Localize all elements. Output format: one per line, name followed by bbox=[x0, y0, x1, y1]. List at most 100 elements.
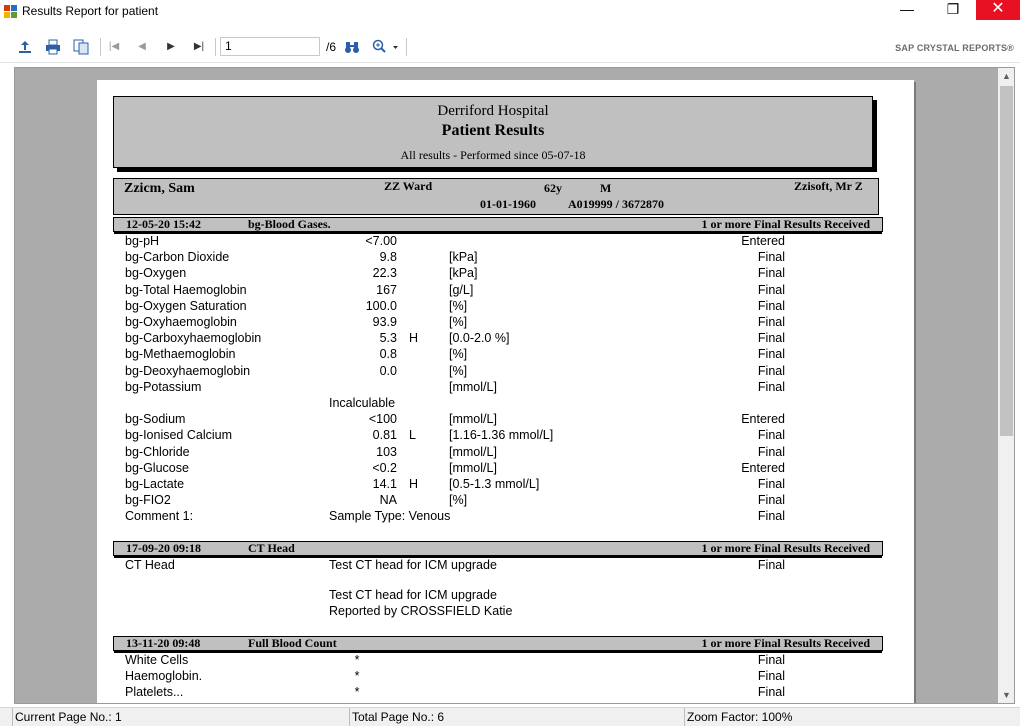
result-status: Final bbox=[757, 445, 785, 459]
result-range: [%] bbox=[449, 299, 468, 313]
result-name: bg-Oxygen bbox=[125, 266, 187, 280]
result-row: bg-Oxyhaemoglobin 93.9 [%] Final bbox=[97, 314, 914, 330]
result-row: Incalculable bbox=[97, 395, 914, 411]
result-status: Final bbox=[757, 493, 785, 507]
scroll-down-icon[interactable]: ▼ bbox=[998, 687, 1014, 703]
previous-page-icon[interactable]: ◀ bbox=[134, 39, 150, 55]
result-name: bg-Lactate bbox=[125, 477, 185, 491]
result-row: bg-Carbon Dioxide 9.8 [kPa] Final bbox=[97, 249, 914, 265]
result-range: [%] bbox=[449, 493, 468, 507]
result-range: [%] bbox=[449, 347, 468, 361]
title-bar: Results Report for patient — ❐ ✕ bbox=[0, 0, 1020, 30]
result-status: Final bbox=[757, 685, 785, 699]
result-range: [mmol/L] bbox=[449, 445, 497, 459]
section-status: 1 or more Final Results Received bbox=[701, 636, 870, 650]
copy-icon[interactable] bbox=[73, 39, 89, 55]
result-value: * bbox=[354, 669, 360, 683]
sap-crystal-reports-logo: SAP CRYSTAL REPORTS® bbox=[895, 43, 1014, 53]
result-flag: H bbox=[409, 477, 419, 491]
current-page-status: Current Page No.: 1 bbox=[12, 708, 349, 726]
binoculars-icon[interactable] bbox=[344, 39, 360, 55]
result-name: bg-Potassium bbox=[125, 380, 202, 394]
result-row: bg-Total Haemoglobin 167 [g/L] Final bbox=[97, 282, 914, 298]
result-row: bg-Ionised Calcium 0.81 L [1.16-1.36 mmol/L… bbox=[97, 427, 914, 443]
result-value: <7.00 bbox=[365, 234, 397, 248]
result-status: Final bbox=[757, 250, 785, 264]
patient-banner: Zzicm, Sam ZZ Ward 62y M Zzisoft, Mr Z 0… bbox=[113, 178, 879, 215]
report-viewer[interactable]: Derriford Hospital Patient Results All r… bbox=[14, 67, 1015, 704]
export-icon[interactable] bbox=[17, 39, 33, 55]
section-header-full-blood-count: 13-11-20 09:48 Full Blood Count 1 or mor… bbox=[113, 636, 883, 653]
result-value: 9.8 bbox=[379, 250, 397, 264]
result-range: [kPa] bbox=[449, 266, 478, 280]
patient-dob: 01-01-1960 bbox=[480, 197, 536, 211]
minimize-button[interactable]: — bbox=[884, 0, 930, 20]
result-range: [mmol/L] bbox=[449, 461, 497, 475]
result-status: Final bbox=[757, 653, 785, 667]
print-icon[interactable] bbox=[45, 39, 61, 55]
result-value: * bbox=[354, 685, 360, 699]
result-range: [mmol/L] bbox=[449, 412, 497, 426]
result-name: bg-FIO2 bbox=[125, 493, 171, 507]
patient-name: Zzicm, Sam bbox=[124, 181, 195, 196]
result-value: <100 bbox=[368, 412, 397, 426]
result-name: bg-Glucose bbox=[125, 461, 189, 475]
result-range: [g/L] bbox=[449, 283, 474, 297]
result-name: bg-Carbon Dioxide bbox=[125, 250, 230, 264]
result-value: 93.9 bbox=[372, 315, 397, 329]
result-status: Entered bbox=[741, 234, 785, 248]
window-title: Results Report for patient bbox=[22, 4, 159, 18]
status-bar: Current Page No.: 1 Total Page No.: 6 Zo… bbox=[0, 707, 1020, 726]
result-status: Final bbox=[757, 283, 785, 297]
result-row: Reported by CROSSFIELD Katie bbox=[97, 603, 914, 619]
result-value: Incalculable bbox=[329, 396, 396, 410]
result-name: bg-Oxyhaemoglobin bbox=[125, 315, 237, 329]
result-name: Platelets... bbox=[125, 685, 184, 699]
result-value: 5.3 bbox=[379, 331, 397, 345]
result-name: bg-Oxygen Saturation bbox=[125, 299, 247, 313]
report-title: Patient Results bbox=[441, 122, 545, 139]
restore-button[interactable]: ❐ bbox=[930, 0, 976, 20]
section-status: 1 or more Final Results Received bbox=[701, 541, 870, 555]
next-page-icon[interactable]: ▶ bbox=[163, 39, 179, 55]
result-row: Test CT head for ICM upgrade bbox=[97, 587, 914, 603]
result-row: bg-pH <7.00 Entered bbox=[97, 233, 914, 249]
result-flag: L bbox=[409, 428, 416, 442]
result-range: [%] bbox=[449, 315, 468, 329]
zoom-icon[interactable] bbox=[372, 39, 400, 55]
result-row: bg-Carboxyhaemoglobin 5.3 H [0.0-2.0 %] Fina… bbox=[97, 330, 914, 346]
close-button[interactable]: ✕ bbox=[976, 0, 1020, 20]
result-row: Comment 1: Sample Type: Venous Final bbox=[97, 508, 914, 524]
result-status: Entered bbox=[741, 412, 785, 426]
first-page-icon[interactable]: |◀ bbox=[106, 39, 122, 55]
result-name: bg-Total Haemoglobin bbox=[125, 283, 247, 297]
result-row: bg-Lactate 14.1 H [0.5-1.3 mmol/L] Final bbox=[97, 476, 914, 492]
hospital-name: Derriford Hospital bbox=[437, 103, 549, 119]
result-text: Test CT head for ICM upgrade bbox=[329, 588, 497, 602]
result-name: bg-Sodium bbox=[125, 412, 186, 426]
scroll-up-icon[interactable]: ▲ bbox=[998, 68, 1014, 85]
page-number-input[interactable]: 1 bbox=[220, 37, 320, 56]
result-status: Final bbox=[757, 558, 785, 572]
result-status: Final bbox=[757, 428, 785, 442]
result-name: White Cells bbox=[125, 653, 189, 667]
result-row: bg-FIO2 NA [%] Final bbox=[97, 492, 914, 508]
result-row: White Cells * Final bbox=[97, 652, 914, 668]
last-page-icon[interactable]: ▶| bbox=[191, 39, 207, 55]
result-row: bg-Sodium <100 [mmol/L] Entered bbox=[97, 411, 914, 427]
report-page: Derriford Hospital Patient Results All r… bbox=[97, 80, 914, 703]
result-row: bg-Glucose <0.2 [mmol/L] Entered bbox=[97, 460, 914, 476]
section-datetime: 13-11-20 09:48 bbox=[126, 636, 201, 650]
app-icon bbox=[4, 5, 18, 19]
result-row: Haemoglobin. * Final bbox=[97, 668, 914, 684]
result-status: Final bbox=[757, 331, 785, 345]
vertical-scrollbar[interactable]: ▲ ▼ bbox=[998, 68, 1014, 703]
result-name: bg-Methaemoglobin bbox=[125, 347, 236, 361]
patient-consultant: Zzisoft, Mr Z bbox=[794, 179, 863, 193]
result-value: 167 bbox=[376, 283, 397, 297]
result-flag: H bbox=[409, 331, 419, 345]
scroll-thumb[interactable] bbox=[1000, 86, 1013, 436]
result-value: 103 bbox=[376, 445, 397, 459]
result-range: [kPa] bbox=[449, 250, 478, 264]
result-value: 0.81 bbox=[372, 428, 397, 442]
